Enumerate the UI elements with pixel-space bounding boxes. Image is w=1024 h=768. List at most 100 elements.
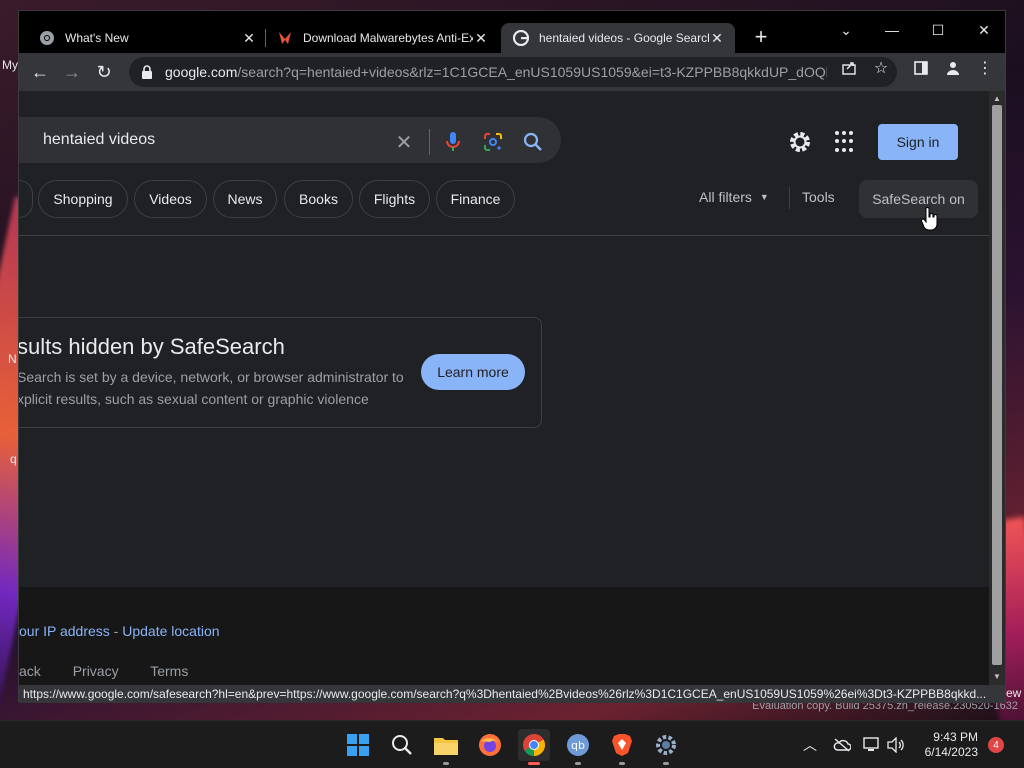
filter-divider [789, 187, 790, 209]
maximize-button[interactable]: ☐ [915, 15, 961, 45]
all-filters-button[interactable]: All filters ▼ [699, 189, 769, 205]
active-indicator [528, 762, 540, 765]
tab-label: What's New [65, 31, 129, 45]
sign-in-button[interactable]: Sign in [878, 124, 958, 160]
filter-chip-videos[interactable]: Videos [134, 180, 207, 218]
page-footer: our IP address - Update location ack Pri… [19, 587, 989, 686]
tools-button[interactable]: Tools [802, 189, 835, 205]
notice-title: sults hidden by SafeSearch [19, 334, 285, 359]
desktop-icon-label: N [8, 352, 17, 366]
system-clock[interactable]: 9:43 PM 6/14/2023 [912, 730, 978, 760]
firefox-icon[interactable] [474, 729, 506, 761]
address-bar[interactable]: google.com /search?q=hentaied+videos&rlz… [129, 57, 897, 87]
filter-chip-news[interactable]: News [213, 180, 277, 218]
google-icon [513, 30, 529, 46]
notice-text: xplicit results, such as sexual content … [19, 391, 369, 407]
safesearch-notice-card: sults hidden by SafeSearch Search is set… [19, 317, 542, 428]
url-path: /search?q=hentaied+videos&rlz=1C1GCEA_en… [237, 64, 828, 80]
close-icon[interactable]: ✕ [709, 30, 725, 46]
onedrive-offline-icon[interactable] [832, 735, 852, 755]
clock-date: 6/14/2023 [924, 745, 978, 759]
vertical-scrollbar[interactable]: ▲ ▼ [989, 91, 1005, 686]
url-host: google.com [165, 64, 238, 80]
chrome-icon[interactable] [518, 729, 550, 765]
dropdown-arrow-icon: ▼ [759, 192, 769, 202]
learn-more-button[interactable]: Learn more [421, 354, 525, 390]
close-icon[interactable]: ✕ [241, 30, 257, 46]
header-divider [19, 235, 989, 236]
tab-google-search[interactable]: hentaied videos - Google Search ✕ [501, 23, 735, 53]
chrome-icon [39, 30, 55, 46]
update-location-link[interactable]: Update location [122, 623, 219, 639]
search-query: hentaied videos [43, 131, 156, 148]
qbittorrent-icon[interactable]: qb [562, 729, 594, 765]
forward-arrow-icon[interactable]: → [59, 59, 85, 85]
filter-chip-flights[interactable]: Flights [359, 180, 430, 218]
volume-icon[interactable] [886, 735, 906, 755]
page-content: hentaied videos ✕ Sign in Shopping Video… [19, 91, 989, 686]
settings-gear-icon[interactable] [787, 129, 813, 155]
bookmark-star-icon[interactable]: ☆ [871, 58, 891, 78]
show-hidden-icons-chevron-icon[interactable]: ︿ [800, 735, 820, 755]
malwarebytes-icon [277, 30, 293, 46]
search-icon[interactable] [386, 729, 418, 761]
share-icon[interactable] [839, 58, 859, 78]
clear-icon[interactable]: ✕ [392, 130, 416, 154]
all-filters-label: All filters [699, 189, 752, 205]
search-divider [429, 129, 430, 155]
privacy-link[interactable]: Privacy [73, 663, 119, 679]
tab-label: Download Malwarebytes Anti-Ex [303, 31, 473, 45]
filter-chip-partial[interactable] [19, 180, 33, 218]
start-icon[interactable] [342, 729, 374, 761]
terms-link[interactable]: Terms [150, 663, 188, 679]
side-panel-icon[interactable] [911, 58, 931, 78]
search-icon[interactable] [521, 130, 545, 154]
location-line: our IP address - Update location [19, 623, 220, 639]
scrollbar-thumb[interactable] [992, 105, 1002, 665]
notice-text: Search is set by a device, network, or b… [19, 369, 404, 385]
ip-address-link[interactable]: our IP address [19, 623, 110, 639]
menu-kebab-icon[interactable]: ⋮ [975, 58, 995, 78]
close-icon[interactable]: ✕ [473, 30, 489, 46]
back-arrow-icon[interactable]: ← [27, 59, 53, 85]
link-status-bar: https://www.google.com/safesearch?hl=en&… [19, 685, 1005, 703]
windows-taskbar: qb ︿ 9:43 PM 6/14/2023 4 [0, 720, 1024, 768]
minimize-button[interactable]: — [869, 15, 915, 45]
tab-label: hentaied videos - Google Search [539, 31, 709, 45]
microphone-icon[interactable] [441, 130, 465, 154]
profile-icon[interactable] [943, 58, 963, 78]
notification-badge[interactable]: 4 [988, 737, 1004, 753]
desktop-icon-label: My [2, 58, 18, 72]
hand-cursor-icon [920, 207, 939, 231]
new-tab-button[interactable]: + [749, 24, 773, 49]
tab-search-chevron-icon[interactable]: ⌄ [823, 15, 869, 45]
tab-strip: What's New ✕ Download Malwarebytes Anti-… [19, 11, 1005, 53]
google-lens-icon[interactable] [481, 130, 505, 154]
filter-chip-books[interactable]: Books [284, 180, 353, 218]
filter-chip-finance[interactable]: Finance [436, 180, 515, 218]
clock-time: 9:43 PM [933, 730, 978, 744]
browser-window: What's New ✕ Download Malwarebytes Anti-… [18, 10, 1006, 703]
safesearch-button[interactable]: SafeSearch on [859, 180, 978, 218]
reload-icon[interactable]: ↻ [91, 59, 117, 85]
footer-links: ack Privacy Terms [19, 663, 216, 679]
scroll-down-arrow-icon[interactable]: ▼ [992, 671, 1002, 681]
footer-separator: - [109, 623, 123, 639]
file-explorer-icon[interactable] [430, 729, 462, 765]
running-indicator [619, 762, 625, 765]
search-input[interactable]: hentaied videos [19, 117, 561, 163]
feedback-link[interactable]: ack [19, 663, 41, 679]
network-icon[interactable] [862, 735, 882, 755]
running-indicator [443, 762, 449, 765]
desktop-icon-label: q [10, 452, 17, 466]
settings-icon[interactable] [650, 729, 682, 765]
google-apps-icon[interactable] [835, 131, 857, 153]
lock-icon [141, 65, 155, 79]
filter-chip-shopping[interactable]: Shopping [38, 180, 128, 218]
scroll-up-arrow-icon[interactable]: ▲ [992, 93, 1002, 103]
tab-malwarebytes[interactable]: Download Malwarebytes Anti-Ex ✕ [265, 23, 499, 53]
tab-whats-new[interactable]: What's New ✕ [27, 23, 267, 53]
brave-icon[interactable] [606, 729, 638, 765]
browser-toolbar: ← → ↻ google.com /search?q=hentaied+vide… [19, 53, 1005, 91]
close-window-button[interactable]: ✕ [961, 15, 1007, 45]
